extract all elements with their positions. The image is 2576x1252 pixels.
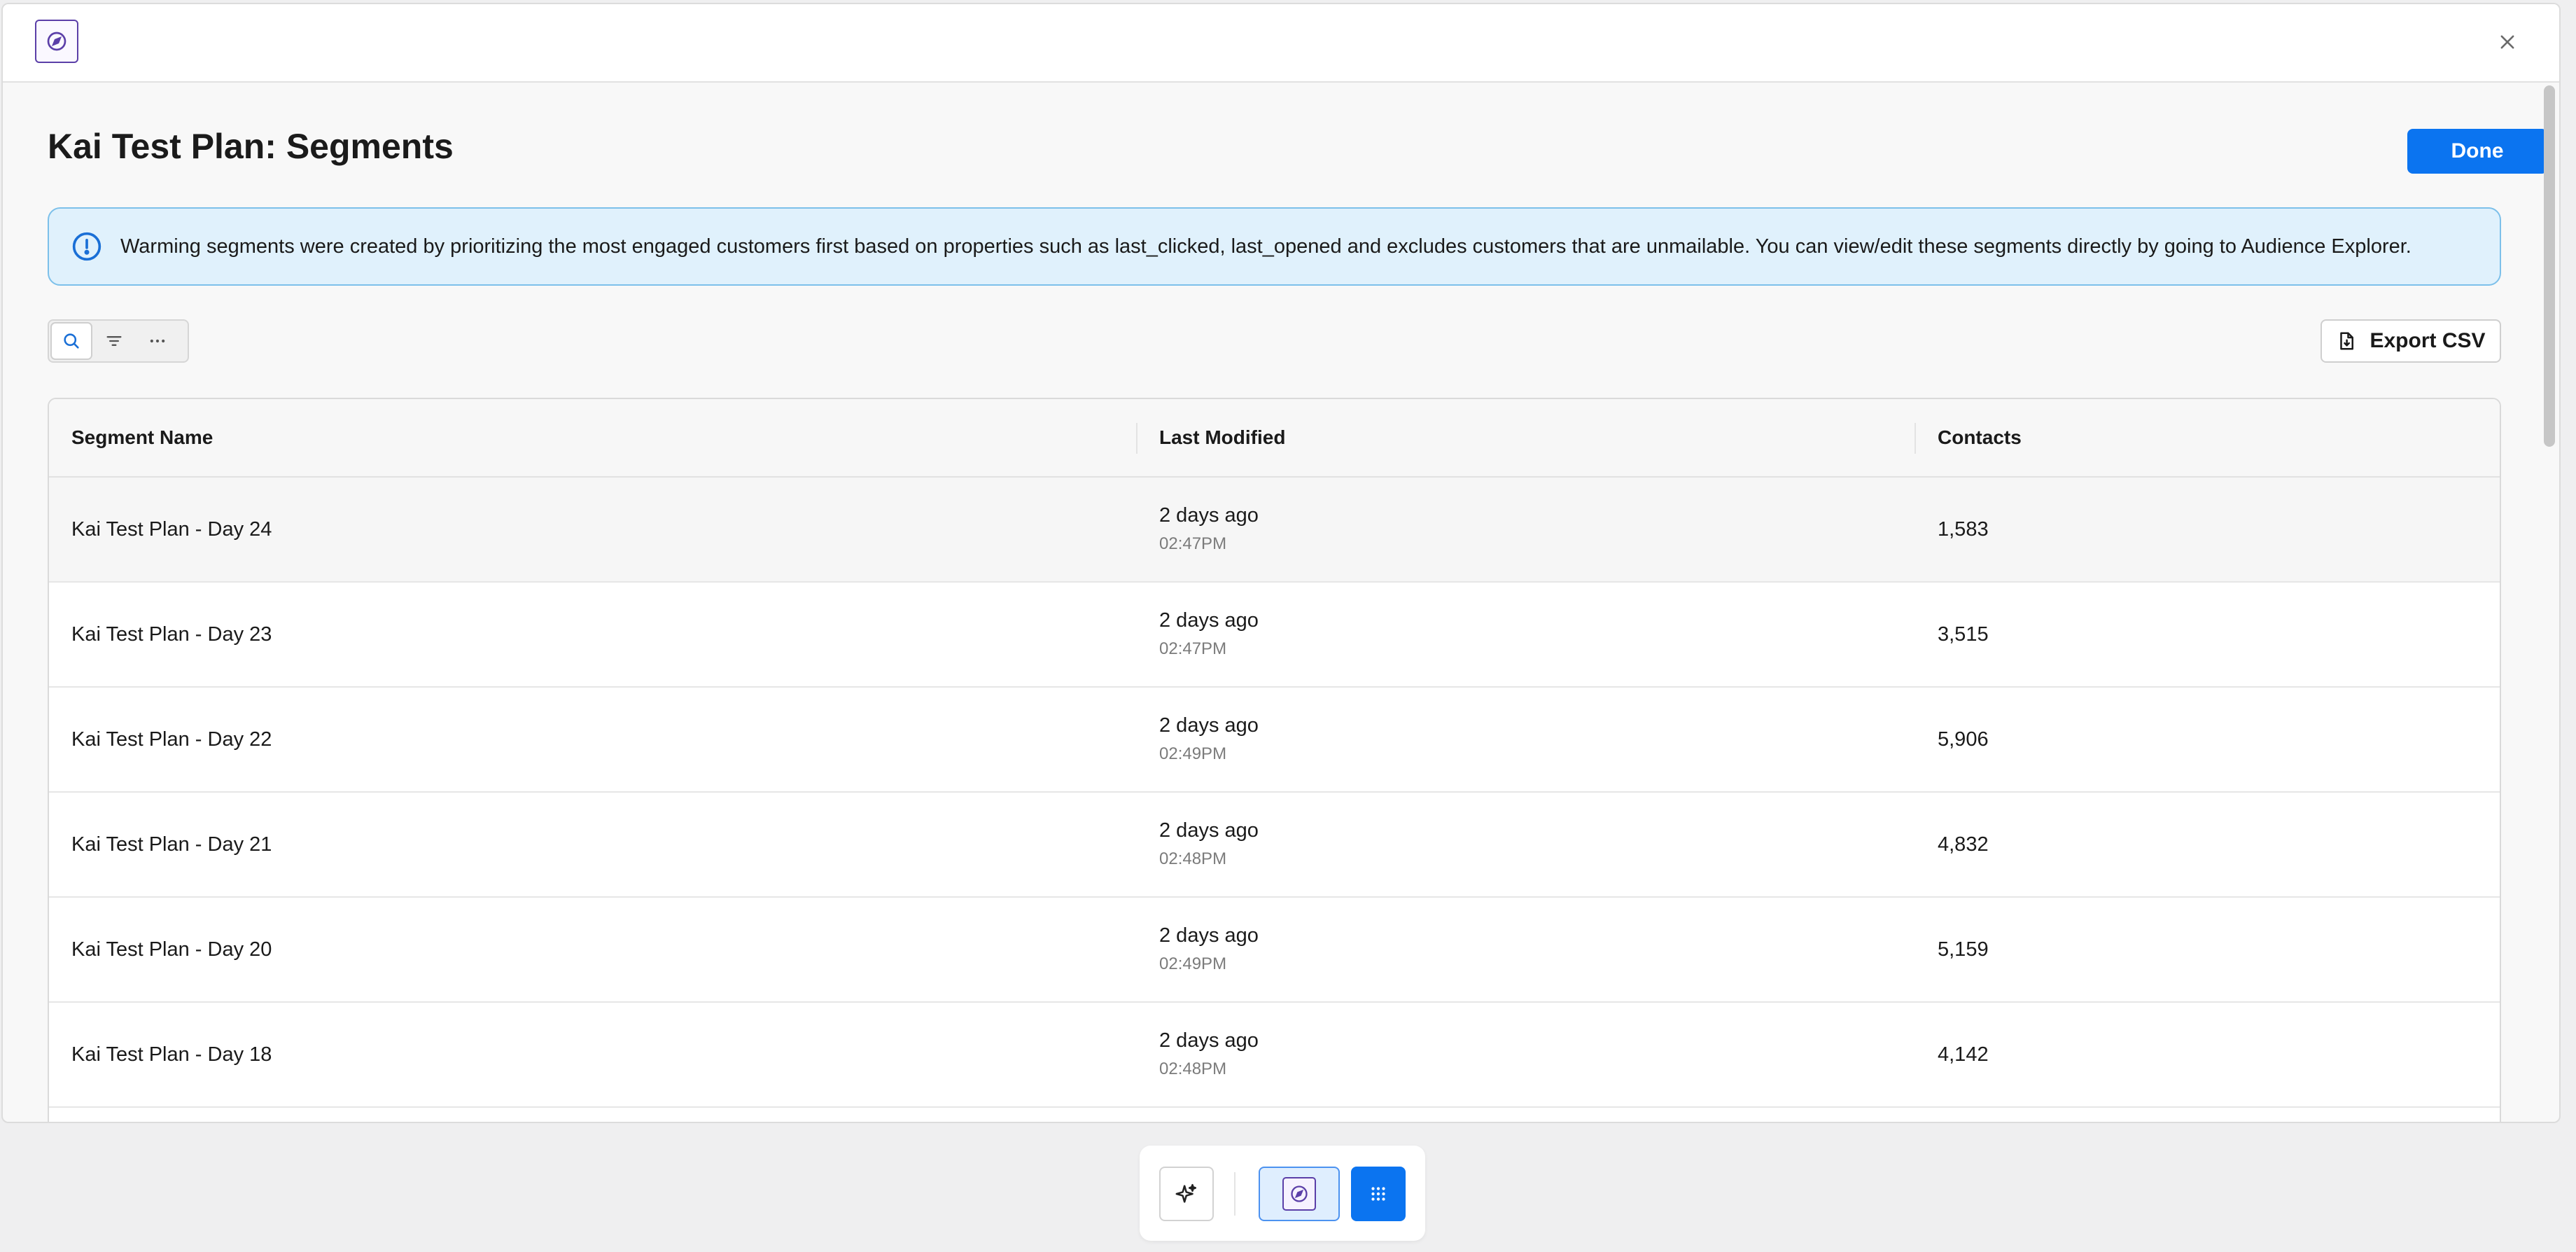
segments-table: Segment Name Last Modified Contacts Kai … xyxy=(48,398,2501,1122)
contacts-count: 4,142 xyxy=(1938,1043,1989,1066)
vertical-scrollbar[interactable] xyxy=(2544,85,2555,447)
column-header-last-modified[interactable]: Last Modified xyxy=(1159,426,1285,449)
close-icon[interactable] xyxy=(2493,28,2521,56)
modified-time: 02:48PM xyxy=(1159,849,1227,868)
column-header-segment-name[interactable]: Segment Name xyxy=(71,426,213,449)
last-modified: 2 days ago 02:49PM xyxy=(1159,924,1259,974)
segment-name: Kai Test Plan - Day 20 xyxy=(71,938,272,961)
page-title: Kai Test Plan: Segments xyxy=(48,127,454,166)
search-icon[interactable] xyxy=(50,322,92,360)
contacts-count: 1,583 xyxy=(1938,518,1989,541)
segment-name: Kai Test Plan - Day 21 xyxy=(71,833,272,856)
modified-relative: 2 days ago xyxy=(1159,1029,1259,1052)
column-divider[interactable] xyxy=(1914,423,1916,454)
more-horizontal-icon[interactable] xyxy=(136,321,179,361)
filter-icon[interactable] xyxy=(92,321,136,361)
bottom-dock xyxy=(1140,1146,1425,1241)
dock-divider xyxy=(1234,1172,1236,1216)
export-csv-button[interactable]: Export CSV xyxy=(2320,319,2501,363)
file-download-icon xyxy=(2340,332,2354,350)
table-toolbar xyxy=(48,319,189,363)
modified-relative: 2 days ago xyxy=(1159,609,1259,632)
export-csv-label: Export CSV xyxy=(2370,329,2486,352)
modified-relative: 2 days ago xyxy=(1159,714,1259,737)
contacts-count: 4,832 xyxy=(1938,833,1989,856)
contacts-count: 3,515 xyxy=(1938,623,1989,646)
contacts-count: 5,159 xyxy=(1938,938,1989,961)
info-banner-text: Warming segments were created by priorit… xyxy=(120,235,2412,258)
last-modified: 2 days ago 02:49PM xyxy=(1159,714,1259,764)
contacts-count: 5,906 xyxy=(1938,728,1989,751)
table-row[interactable]: Kai Test Plan - Day 24 2 days ago 02:47P… xyxy=(49,478,2500,583)
last-modified: 2 days ago 02:48PM xyxy=(1159,819,1259,869)
done-button[interactable]: Done xyxy=(2407,129,2547,174)
table-row[interactable]: Kai Test Plan - Day 23 2 days ago 02:47P… xyxy=(49,583,2500,688)
segment-name: Kai Test Plan - Day 24 xyxy=(71,518,272,541)
last-modified: 2 days ago 02:48PM xyxy=(1159,1029,1259,1079)
modal-header xyxy=(3,4,2559,83)
table-row[interactable]: Kai Test Plan - Day 20 2 days ago 02:49P… xyxy=(49,898,2500,1003)
modified-time: 02:47PM xyxy=(1159,639,1227,658)
compass-icon[interactable] xyxy=(35,20,78,63)
modified-time: 02:49PM xyxy=(1159,954,1227,973)
last-modified: 2 days ago 02:47PM xyxy=(1159,609,1259,659)
last-modified: 2 days ago 02:47PM xyxy=(1159,504,1259,554)
table-header: Segment Name Last Modified Contacts xyxy=(49,399,2500,478)
segment-name: Kai Test Plan - Day 18 xyxy=(71,1043,272,1066)
compass-icon[interactable] xyxy=(1259,1167,1340,1221)
modified-relative: 2 days ago xyxy=(1159,819,1259,842)
info-icon xyxy=(72,232,102,261)
table-row[interactable]: Kai Test Plan - Day 22 2 days ago 02:49P… xyxy=(49,688,2500,793)
modified-time: 02:49PM xyxy=(1159,744,1227,763)
modified-time: 02:48PM xyxy=(1159,1059,1227,1078)
segment-name: Kai Test Plan - Day 22 xyxy=(71,728,272,751)
column-divider[interactable] xyxy=(1136,423,1138,454)
segment-name: Kai Test Plan - Day 23 xyxy=(71,623,272,646)
modified-relative: 2 days ago xyxy=(1159,504,1259,527)
sparkle-icon[interactable] xyxy=(1159,1167,1214,1221)
modified-time: 02:47PM xyxy=(1159,534,1227,553)
modified-relative: 2 days ago xyxy=(1159,924,1259,947)
table-row[interactable]: Kai Test Plan - Day 18 2 days ago 02:48P… xyxy=(49,1003,2500,1108)
info-banner: Warming segments were created by priorit… xyxy=(48,207,2501,286)
table-row[interactable]: Kai Test Plan - Day 21 2 days ago 02:48P… xyxy=(49,793,2500,898)
column-header-contacts[interactable]: Contacts xyxy=(1938,426,2022,449)
grid-icon[interactable] xyxy=(1351,1167,1406,1221)
segments-modal: Kai Test Plan: Segments Done Warming seg… xyxy=(1,3,2561,1123)
